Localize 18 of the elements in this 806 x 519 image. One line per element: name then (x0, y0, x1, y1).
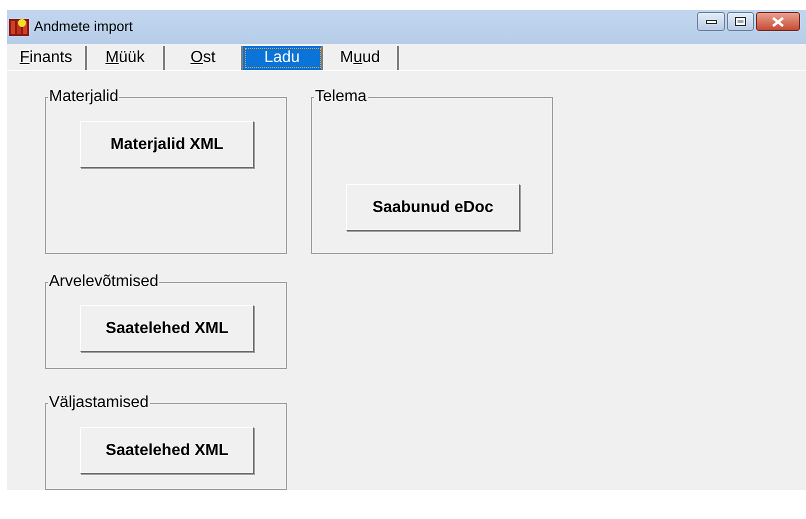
group-label: Väljastamised (48, 394, 150, 412)
import-button[interactable]: Saabunud eDoc (346, 184, 520, 231)
maximize-icon (735, 17, 746, 26)
import-button[interactable]: Materjalid XML (80, 121, 254, 168)
tab[interactable]: Muud (323, 46, 399, 70)
tab[interactable]: Finants (7, 46, 87, 70)
maximize-button[interactable] (727, 12, 754, 31)
close-icon (772, 16, 784, 26)
import-button[interactable]: Saatelehed XML (80, 427, 254, 474)
minimize-button[interactable] (697, 12, 725, 31)
import-button[interactable]: Saatelehed XML (80, 305, 254, 352)
group-label: Materjalid (48, 88, 120, 106)
tab[interactable]: Ladu (243, 46, 323, 70)
minimize-icon (706, 20, 716, 24)
close-button[interactable] (756, 12, 800, 31)
app-icon (8, 16, 30, 37)
tab[interactable]: Müük (87, 46, 165, 70)
window-title: Andmete import (34, 17, 133, 36)
